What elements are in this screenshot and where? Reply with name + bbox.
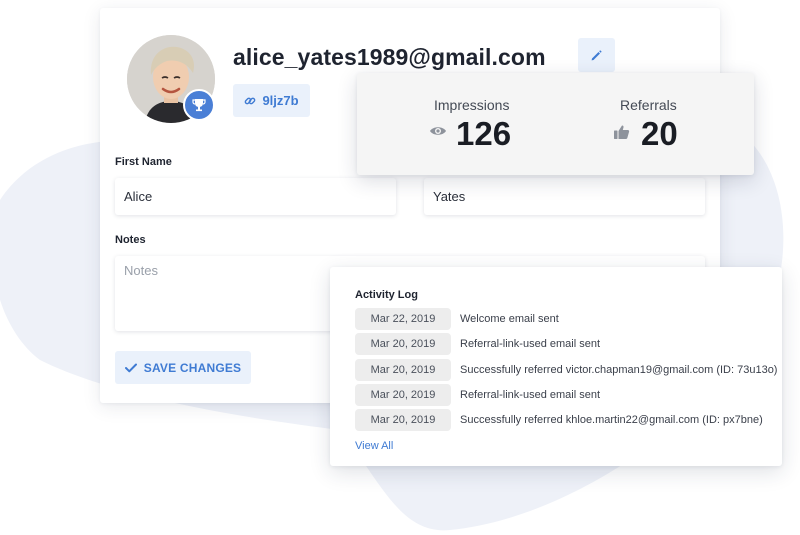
referral-code-button[interactable]: 9ljz7b xyxy=(233,84,310,117)
save-changes-button[interactable]: SAVE CHANGES xyxy=(115,351,251,384)
activity-date: Mar 20, 2019 xyxy=(355,384,451,406)
thumbs-up-icon xyxy=(614,125,630,139)
trophy-icon xyxy=(183,89,215,121)
impressions-label: Impressions xyxy=(434,97,510,113)
activity-log-title: Activity Log xyxy=(355,289,418,301)
first-name-field[interactable]: Alice xyxy=(115,178,396,215)
first-name-label: First Name xyxy=(115,156,172,168)
activity-row: Mar 20, 2019 Successfully referred khloe… xyxy=(355,409,763,431)
notes-label: Notes xyxy=(115,234,146,246)
activity-date: Mar 22, 2019 xyxy=(355,308,451,330)
edit-email-button[interactable] xyxy=(578,38,615,72)
referrals-label: Referrals xyxy=(620,97,677,113)
activity-message: Successfully referred victor.chapman19@g… xyxy=(460,364,778,376)
link-icon xyxy=(245,97,256,104)
impressions-value: 126 xyxy=(456,115,512,152)
activity-row: Mar 20, 2019 Successfully referred victo… xyxy=(355,359,777,381)
eye-icon xyxy=(430,127,446,135)
stats-card: Impressions 126 Referrals 20 xyxy=(357,73,754,175)
activity-date: Mar 20, 2019 xyxy=(355,359,451,381)
activity-date: Mar 20, 2019 xyxy=(355,409,451,431)
activity-log-card: Activity Log Mar 22, 2019 Welcome email … xyxy=(330,267,782,466)
referral-code: 9ljz7b xyxy=(262,93,299,108)
view-all-link[interactable]: View All xyxy=(355,440,393,452)
activity-message: Referral-link-used email sent xyxy=(460,338,600,350)
pencil-icon xyxy=(591,49,602,60)
activity-message: Successfully referred khloe.martin22@gma… xyxy=(460,414,763,426)
referrals-value: 20 xyxy=(641,115,678,152)
activity-row: Mar 20, 2019 Referral-link-used email se… xyxy=(355,333,600,355)
profile-email: alice_yates1989@gmail.com xyxy=(233,44,546,70)
check-icon xyxy=(124,363,137,372)
save-changes-label: SAVE CHANGES xyxy=(143,360,242,375)
last-name-field[interactable]: Yates xyxy=(424,178,705,215)
activity-date: Mar 20, 2019 xyxy=(355,333,451,355)
activity-row: Mar 20, 2019 Referral-link-used email se… xyxy=(355,384,600,406)
activity-row: Mar 22, 2019 Welcome email sent xyxy=(355,308,559,330)
activity-message: Welcome email sent xyxy=(460,313,559,325)
activity-message: Referral-link-used email sent xyxy=(460,389,600,401)
